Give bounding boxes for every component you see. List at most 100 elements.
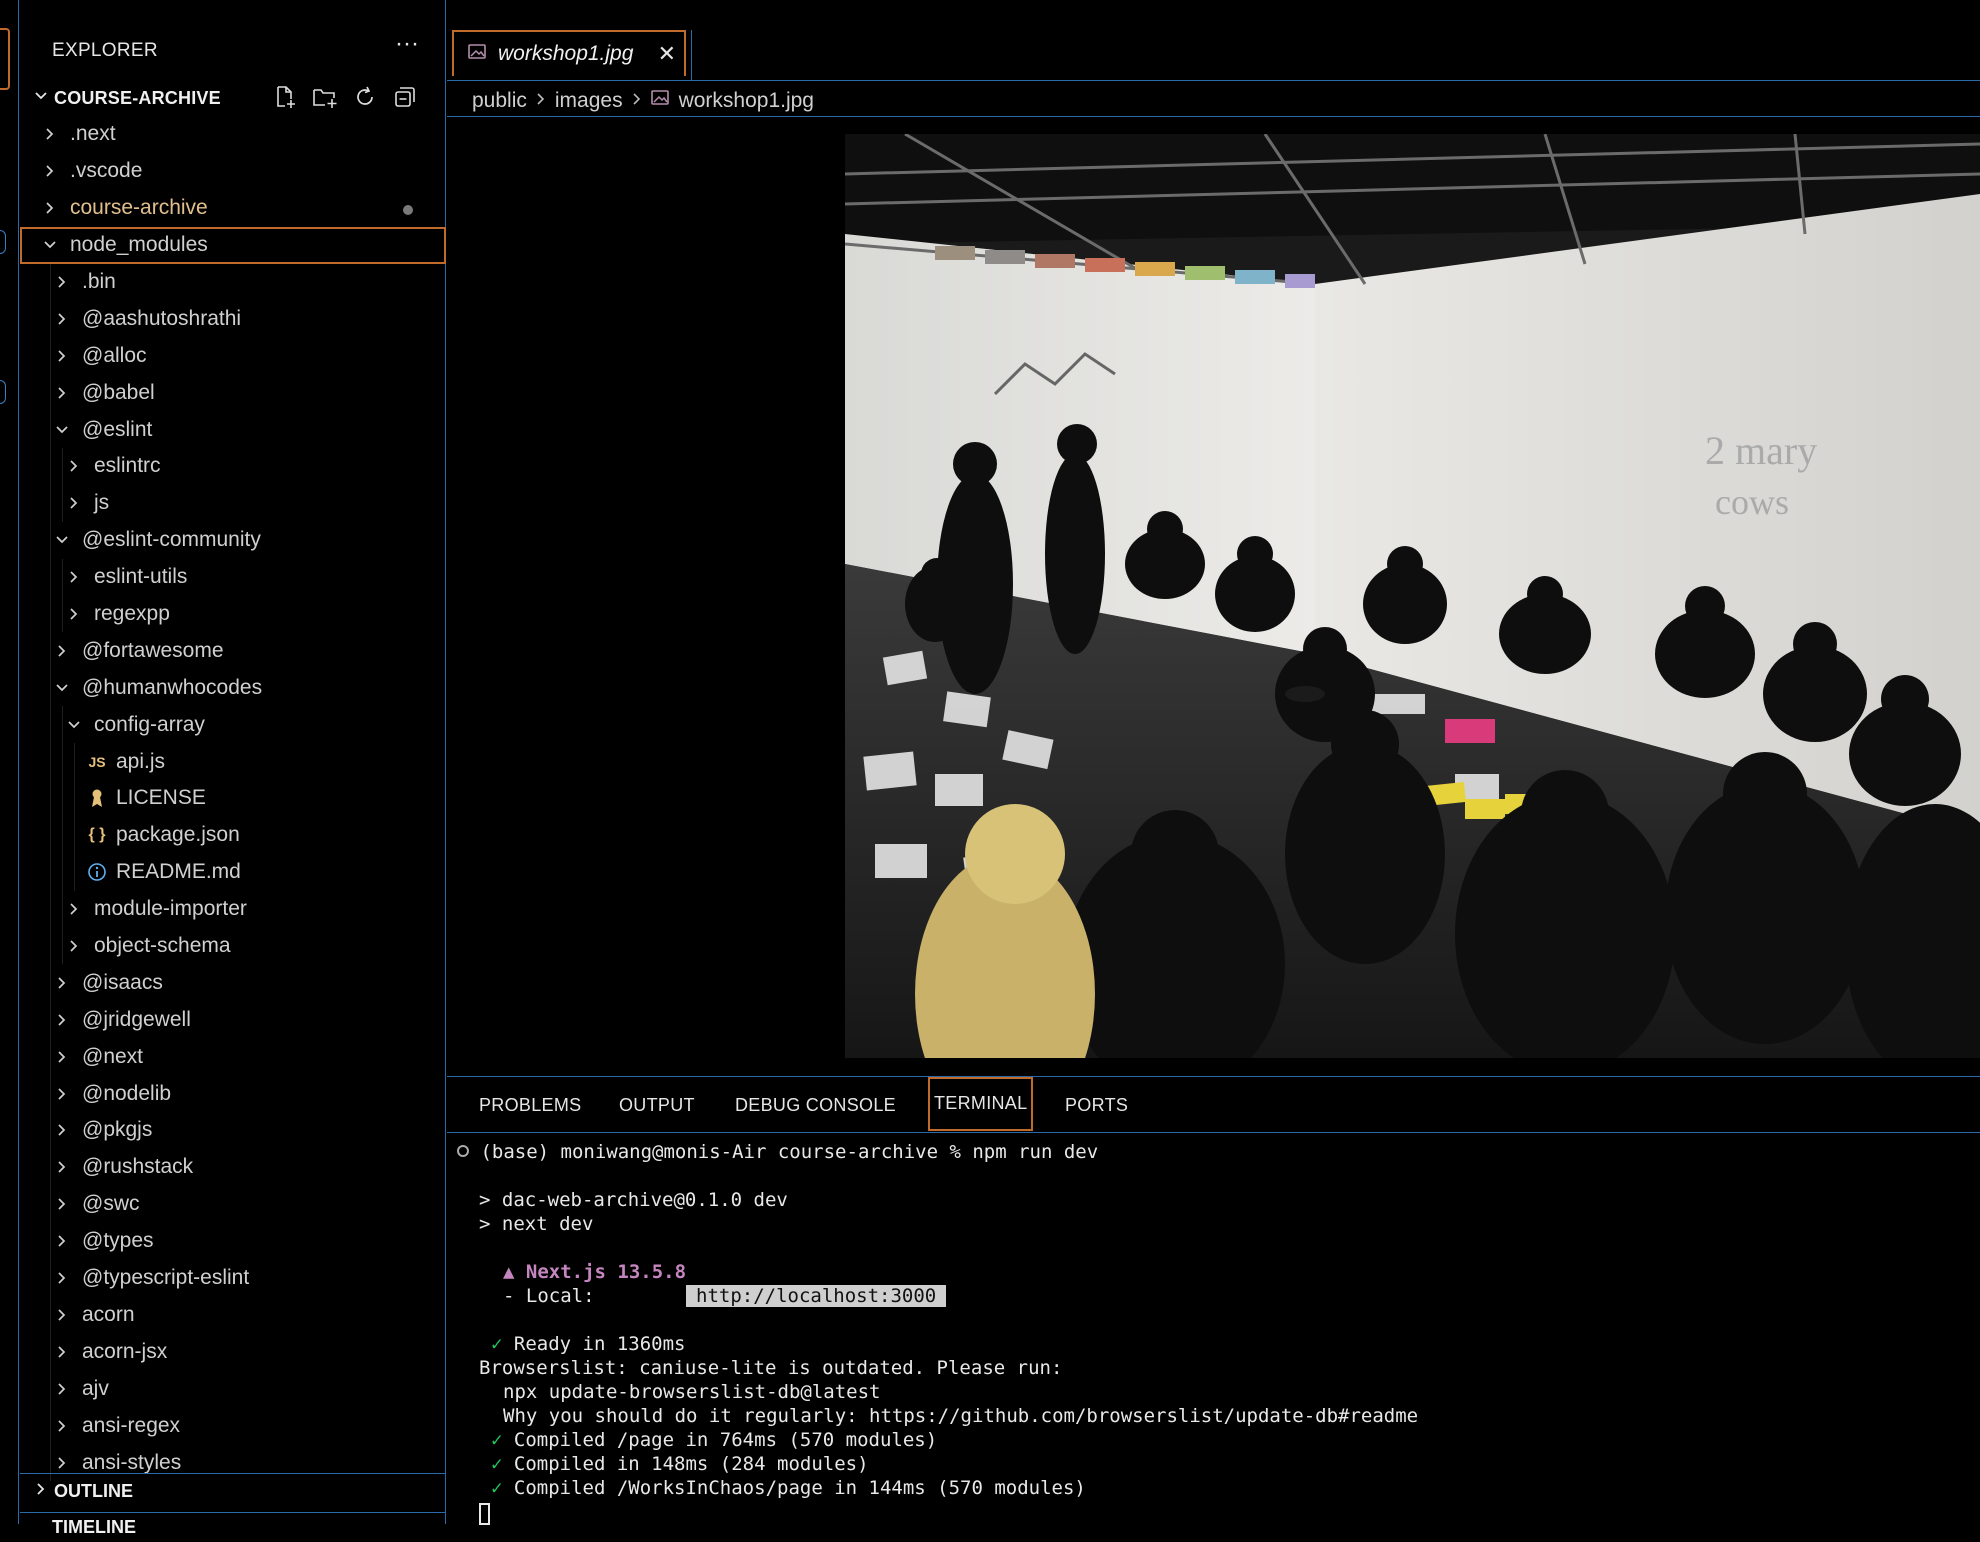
tree-folder[interactable]: eslint-utils bbox=[20, 558, 446, 596]
new-folder-icon[interactable] bbox=[312, 84, 338, 110]
tree-folder[interactable]: @next bbox=[20, 1038, 446, 1076]
tree-folder[interactable]: config-array bbox=[20, 706, 446, 744]
bottom-panel: PROBLEMS OUTPUT DEBUG CONSOLE TERMINAL P… bbox=[447, 1076, 1980, 1525]
breadcrumb-public[interactable]: public bbox=[472, 89, 527, 113]
tree-folder[interactable]: @swc bbox=[20, 1185, 446, 1223]
compiled-line: ✓ Compiled in 148ms (284 modules) bbox=[491, 1453, 869, 1475]
tree-item-label: .vscode bbox=[70, 159, 143, 183]
indent-guide bbox=[50, 1185, 51, 1223]
indent-guide bbox=[50, 558, 51, 596]
tree-folder[interactable]: js bbox=[20, 484, 446, 522]
indent-guide bbox=[62, 558, 63, 596]
breadcrumb-divider bbox=[447, 116, 1980, 117]
chevron-right-icon bbox=[52, 348, 72, 364]
chevron-right-icon bbox=[52, 1049, 72, 1065]
new-file-icon[interactable] bbox=[272, 84, 298, 110]
tree-folder[interactable]: eslintrc bbox=[20, 448, 446, 485]
timeline-section[interactable]: TIMELINE bbox=[20, 1512, 446, 1542]
tree-file[interactable]: { } package.json bbox=[20, 816, 446, 854]
indent-guide bbox=[50, 521, 51, 559]
chevron-right-icon bbox=[40, 126, 60, 142]
chevron-down-icon bbox=[28, 88, 54, 109]
tree-folder[interactable]: regexpp bbox=[20, 595, 446, 633]
chevron-right-icon bbox=[40, 163, 60, 179]
tree-folder[interactable]: @fortawesome bbox=[20, 632, 446, 670]
refresh-icon[interactable] bbox=[352, 84, 378, 110]
tree-item-label: @next bbox=[82, 1044, 144, 1068]
terminal-line: > dac-web-archive@0.1.0 dev bbox=[479, 1189, 788, 1211]
tree-item-label: js bbox=[94, 491, 110, 515]
tab-debug-console[interactable]: DEBUG CONSOLE bbox=[735, 1095, 896, 1116]
tab-ports[interactable]: PORTS bbox=[1065, 1095, 1128, 1116]
tree-folder[interactable]: @isaacs bbox=[20, 964, 446, 1002]
indent-guide bbox=[50, 300, 51, 338]
breadcrumb-images[interactable]: images bbox=[555, 89, 623, 113]
tree-folder[interactable]: @humanwhocodes bbox=[20, 669, 446, 707]
tree-folder[interactable]: @pkgjs bbox=[20, 1112, 446, 1149]
tab-problems[interactable]: PROBLEMS bbox=[479, 1095, 581, 1116]
chevron-down-icon bbox=[52, 680, 72, 696]
chevron-right-icon bbox=[52, 1455, 72, 1471]
indent-guide bbox=[50, 743, 51, 781]
outline-section[interactable]: OUTLINE bbox=[20, 1473, 446, 1509]
image-preview: 2 mary cows bbox=[845, 134, 1980, 1058]
tree-folder[interactable]: course-archive bbox=[20, 190, 446, 227]
file-tree: .next .vscode course-archive node_modules .b… bbox=[20, 116, 446, 1481]
tab-divider bbox=[691, 30, 692, 80]
tree-folder[interactable]: ansi-regex bbox=[20, 1407, 446, 1445]
tab-terminal[interactable]: TERMINAL bbox=[928, 1077, 1034, 1131]
tree-folder[interactable]: @typescript-eslint bbox=[20, 1259, 446, 1297]
chevron-right-icon bbox=[52, 1012, 72, 1028]
info-icon bbox=[86, 862, 108, 882]
json-file-icon: { } bbox=[88, 826, 106, 844]
tab-label: workshop1.jpg bbox=[498, 42, 634, 65]
terminal-line: npx update-browserslist-db@latest bbox=[503, 1381, 881, 1403]
tree-folder[interactable]: @rushstack bbox=[20, 1148, 446, 1186]
tree-folder[interactable]: @types bbox=[20, 1222, 446, 1260]
terminal-local-line: - Local: http://localhost:3000 bbox=[503, 1285, 947, 1307]
chevron-right-icon bbox=[535, 89, 547, 113]
tree-item-label: @nodelib bbox=[82, 1081, 172, 1105]
chevron-right-icon bbox=[40, 200, 60, 216]
chevron-right-icon bbox=[52, 1086, 72, 1102]
breadcrumb-file[interactable]: workshop1.jpg bbox=[679, 89, 814, 113]
tree-folder[interactable]: @babel bbox=[20, 374, 446, 412]
tree-folder[interactable]: .bin bbox=[20, 263, 446, 301]
tree-folder[interactable]: @eslint bbox=[20, 411, 446, 449]
collapse-all-icon[interactable] bbox=[392, 84, 418, 110]
activity-item[interactable] bbox=[0, 230, 6, 254]
tree-folder[interactable]: @eslint-community bbox=[20, 521, 446, 559]
activity-explorer-indicator[interactable] bbox=[0, 28, 10, 90]
tree-folder[interactable]: node_modules bbox=[20, 226, 446, 264]
tab-output[interactable]: OUTPUT bbox=[619, 1095, 695, 1116]
timeline-label: TIMELINE bbox=[52, 1517, 136, 1537]
chevron-down-icon bbox=[52, 532, 72, 548]
tree-file[interactable]: JS api.js bbox=[20, 743, 446, 781]
indent-guide bbox=[50, 1148, 51, 1186]
tree-file[interactable]: README.md bbox=[20, 853, 446, 891]
indent-guide bbox=[74, 816, 75, 854]
indent-guide bbox=[50, 632, 51, 670]
activity-item[interactable] bbox=[0, 380, 6, 404]
tree-item-label: @jridgewell bbox=[82, 1007, 191, 1031]
tree-folder[interactable]: @jridgewell bbox=[20, 1001, 446, 1039]
more-actions-icon[interactable]: ··· bbox=[395, 30, 419, 58]
close-icon[interactable]: ✕ bbox=[658, 41, 676, 67]
tree-folder[interactable]: module-importer bbox=[20, 890, 446, 928]
tree-folder[interactable]: .vscode bbox=[20, 153, 446, 190]
chevron-right-icon bbox=[64, 606, 84, 622]
tree-folder[interactable]: @nodelib bbox=[20, 1075, 446, 1113]
tree-folder[interactable]: acorn bbox=[20, 1296, 446, 1334]
tree-folder[interactable]: @alloc bbox=[20, 337, 446, 375]
tab-workshop1[interactable]: workshop1.jpg ✕ bbox=[452, 30, 686, 76]
tree-file[interactable]: LICENSE bbox=[20, 780, 446, 817]
tree-folder[interactable]: ajv bbox=[20, 1370, 446, 1408]
chevron-right-icon bbox=[52, 311, 72, 327]
tree-folder[interactable]: @aashutoshrathi bbox=[20, 300, 446, 338]
local-url-link[interactable]: http://localhost:3000 bbox=[686, 1285, 947, 1307]
tree-folder[interactable]: object-schema bbox=[20, 927, 446, 965]
indent-guide bbox=[50, 263, 51, 301]
terminal-line: Browserslist: caniuse-lite is outdated. … bbox=[479, 1357, 1063, 1379]
tree-folder[interactable]: acorn-jsx bbox=[20, 1333, 446, 1371]
tree-folder[interactable]: .next bbox=[20, 116, 446, 153]
